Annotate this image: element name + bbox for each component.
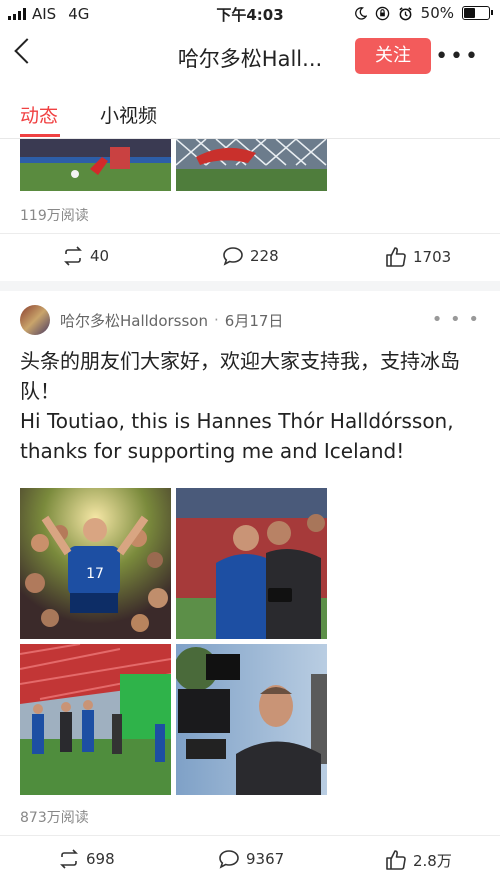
- like-icon: [386, 247, 406, 267]
- page-title: 哈尔多松Hall...: [177, 47, 323, 71]
- read-count: 119万阅读: [20, 208, 89, 224]
- comment-icon: [223, 247, 243, 266]
- post-image-greenscreen-set[interactable]: [20, 644, 171, 795]
- like-count: 2.8万: [413, 851, 452, 870]
- post-text[interactable]: 头条的朋友们大家好，欢迎大家支持我，支持冰岛队！ Hi Toutiao, thi…: [20, 346, 490, 466]
- repost-icon: [60, 849, 78, 869]
- battery-fill: [464, 8, 475, 18]
- post-image-soccer-2[interactable]: [176, 139, 327, 191]
- tab-short-video[interactable]: 小视频: [100, 101, 157, 128]
- author-name[interactable]: 哈尔多松Halldorsson: [60, 310, 208, 331]
- tab-dynamics[interactable]: 动态: [20, 101, 58, 128]
- post-more-icon[interactable]: • • •: [432, 309, 480, 330]
- card-divider: [0, 835, 500, 836]
- read-count: 873万阅读: [20, 810, 89, 826]
- avatar[interactable]: [20, 305, 50, 335]
- comment-button[interactable]: 228: [222, 246, 279, 266]
- post-date: 6月17日: [224, 311, 284, 330]
- repost-count: 40: [90, 247, 110, 265]
- repost-count: 698: [86, 850, 115, 868]
- active-tab-indicator: [20, 134, 60, 137]
- more-icon[interactable]: •••: [435, 44, 480, 69]
- battery-icon: [462, 6, 493, 20]
- nav-bar: 哈尔多松Hall... 关注 •••: [0, 28, 500, 86]
- post-image-soccer-1[interactable]: [20, 139, 171, 191]
- status-bar: AIS 4G 下午4:03 50%: [0, 0, 500, 28]
- post-image-cameraman[interactable]: [176, 644, 327, 795]
- post-text-english: Hi Toutiao, this is Hannes Thór Halldórs…: [20, 409, 454, 463]
- post-image-crowd-celebration[interactable]: 17: [20, 488, 171, 639]
- comment-button[interactable]: 9367: [218, 849, 284, 869]
- repost-icon: [64, 246, 82, 266]
- post-text-chinese: 头条的朋友们大家好，欢迎大家支持我，支持冰岛队！: [20, 349, 460, 403]
- comment-icon: [219, 850, 239, 869]
- repost-button[interactable]: 698: [58, 849, 115, 869]
- back-icon[interactable]: [14, 38, 40, 64]
- separator-dot: ·: [214, 311, 219, 329]
- post-author-row: 哈尔多松Halldorsson · 6月17日: [20, 305, 283, 335]
- like-button[interactable]: 2.8万: [385, 849, 452, 871]
- rotation-lock-icon: [375, 6, 389, 20]
- post-image-players-camera[interactable]: [176, 488, 327, 639]
- status-right: 50%: [354, 4, 493, 22]
- post-card: 哈尔多松Halldorsson · 6月17日 • • • 头条的朋友们大家好，…: [0, 291, 500, 889]
- like-icon: [386, 850, 406, 870]
- like-button[interactable]: 1703: [385, 246, 451, 268]
- battery-percent: 50%: [420, 4, 454, 22]
- moon-icon: [354, 6, 367, 20]
- svg-text:17: 17: [86, 566, 104, 582]
- repost-button[interactable]: 40: [62, 246, 109, 266]
- alarm-icon: [399, 6, 412, 20]
- comment-count: 228: [250, 247, 279, 265]
- post-card-previous: 119万阅读 40 228 1703: [0, 139, 500, 281]
- tab-bar: 动态 小视频: [0, 86, 500, 139]
- card-divider: [0, 233, 500, 234]
- comment-count: 9367: [246, 850, 285, 868]
- follow-button[interactable]: 关注: [355, 38, 431, 74]
- like-count: 1703: [413, 248, 452, 266]
